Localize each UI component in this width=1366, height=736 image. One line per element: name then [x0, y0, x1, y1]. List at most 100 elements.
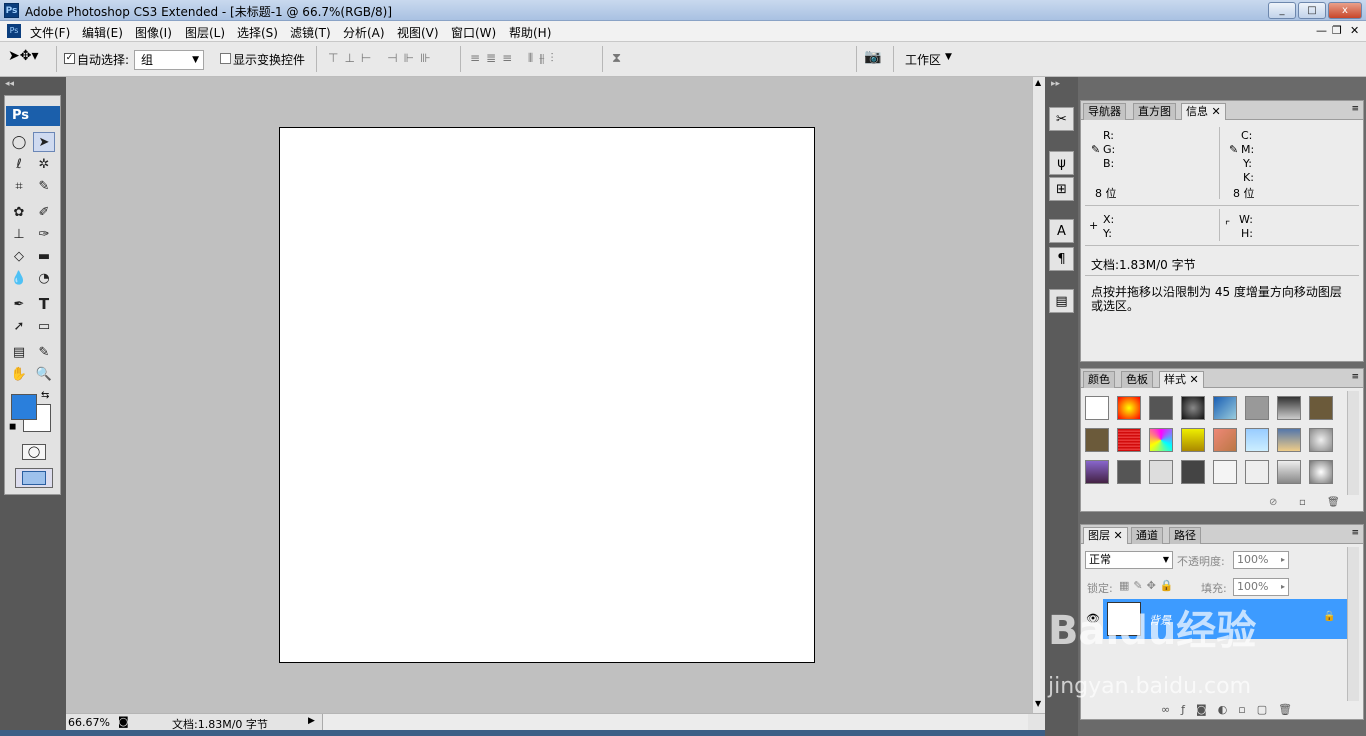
menu-filter[interactable]: 滤镜(T): [290, 24, 331, 41]
tool-presets-icon[interactable]: ✂: [1049, 107, 1074, 131]
tab-styles[interactable]: 样式 ✕: [1159, 371, 1204, 388]
menu-help[interactable]: 帮助(H): [509, 24, 551, 41]
zoom-tool-icon[interactable]: 🔍: [33, 364, 55, 384]
style-swatch[interactable]: [1149, 396, 1173, 420]
menu-window[interactable]: 窗口(W): [451, 24, 496, 41]
bridge-icon[interactable]: 📷: [864, 49, 888, 69]
notes-tool-icon[interactable]: ▤: [8, 342, 30, 362]
layers-menu-icon[interactable]: ≡: [1351, 528, 1359, 538]
tab-channels[interactable]: 通道: [1131, 527, 1163, 544]
panel-menu-icon[interactable]: ≡: [1351, 104, 1359, 114]
eyedropper-tool-icon[interactable]: ✎: [33, 342, 55, 362]
style-swatch[interactable]: [1085, 396, 1109, 420]
layers-footer-buttons[interactable]: ∞ƒ◙◐▫▢🗑: [1161, 703, 1303, 716]
tab-swatches[interactable]: 色板: [1121, 371, 1153, 388]
clear-style-icon[interactable]: ⊘: [1269, 497, 1277, 508]
lasso-tool-icon[interactable]: ℓ: [8, 154, 30, 174]
photoshop-app-icon[interactable]: Ps: [4, 3, 19, 18]
clone-stamp-tool-icon[interactable]: ⊥: [8, 224, 30, 244]
blur-tool-icon[interactable]: 💧: [8, 268, 30, 288]
style-swatch[interactable]: [1181, 396, 1205, 420]
menu-select[interactable]: 选择(S): [237, 24, 278, 41]
style-swatch[interactable]: [1309, 396, 1333, 420]
style-swatch[interactable]: [1277, 396, 1301, 420]
magic-wand-tool-icon[interactable]: ✲: [33, 154, 55, 174]
brushes-panel-icon[interactable]: ψ: [1049, 151, 1074, 175]
brush-tool-icon[interactable]: ✐: [33, 202, 55, 222]
menu-image[interactable]: 图像(I): [135, 24, 172, 41]
crop-tool-icon[interactable]: ⌗: [8, 176, 30, 196]
default-colors-icon[interactable]: ◼: [9, 422, 16, 432]
align-buttons-group[interactable]: ⊤⊥⊢ ⊣⊩⊪: [328, 51, 437, 65]
style-swatch[interactable]: [1213, 396, 1237, 420]
fill-field[interactable]: 100% ▸: [1233, 578, 1289, 596]
doc-close-icon[interactable]: ✕: [1350, 24, 1359, 37]
styles-scrollbar[interactable]: [1347, 391, 1359, 495]
clone-source-icon[interactable]: ⊞: [1049, 177, 1074, 201]
style-swatch[interactable]: [1117, 428, 1141, 452]
type-tool-icon[interactable]: T: [33, 294, 55, 314]
zoom-level[interactable]: 66.67%: [68, 716, 110, 729]
style-swatch[interactable]: [1245, 428, 1269, 452]
dodge-tool-icon[interactable]: ◔: [33, 268, 55, 288]
dock-expand-icon[interactable]: ▸▸: [1051, 79, 1060, 89]
distribute-buttons-group[interactable]: ≡≣≡ ⫴⫵⫶: [470, 51, 560, 66]
history-brush-tool-icon[interactable]: ✑: [33, 224, 55, 244]
tab-info[interactable]: 信息 ✕: [1181, 103, 1226, 120]
document-icon[interactable]: Ps: [7, 24, 21, 38]
menu-edit[interactable]: 编辑(E): [82, 24, 123, 41]
marquee-tool-icon[interactable]: ◯: [8, 132, 30, 152]
vertical-scrollbar[interactable]: ▲ ▼: [1032, 77, 1045, 713]
screen-mode-icon[interactable]: [15, 468, 53, 488]
slice-tool-icon[interactable]: ✎: [33, 176, 55, 196]
style-swatch[interactable]: [1245, 396, 1269, 420]
swap-colors-icon[interactable]: ⇆: [41, 390, 49, 401]
style-swatch[interactable]: [1117, 396, 1141, 420]
healing-brush-tool-icon[interactable]: ✿: [8, 202, 30, 222]
paragraph-panel-icon[interactable]: ¶: [1049, 247, 1074, 271]
style-swatch[interactable]: [1245, 460, 1269, 484]
auto-select-dropdown[interactable]: 组 ▼: [134, 50, 204, 70]
auto-align-icon[interactable]: ⧗: [612, 51, 621, 66]
foreground-color-swatch[interactable]: [11, 394, 37, 420]
style-swatch[interactable]: [1309, 428, 1333, 452]
doc-restore-icon[interactable]: ❐: [1332, 24, 1342, 37]
lock-icons-group[interactable]: ▦✎✥🔒: [1119, 579, 1178, 592]
delete-style-icon[interactable]: 🗑: [1327, 497, 1340, 508]
rectangle-tool-icon[interactable]: ▭: [33, 316, 55, 336]
style-swatch[interactable]: [1213, 460, 1237, 484]
style-swatch[interactable]: [1309, 460, 1333, 484]
close-button[interactable]: x: [1328, 2, 1362, 19]
workspace-button[interactable]: 工作区: [905, 51, 941, 68]
style-swatch[interactable]: [1149, 460, 1173, 484]
hand-tool-icon[interactable]: ✋: [8, 364, 30, 384]
style-swatch[interactable]: [1181, 460, 1205, 484]
scroll-down-icon[interactable]: ▼: [1035, 699, 1041, 708]
blend-mode-select[interactable]: 正常 ▼: [1085, 551, 1173, 569]
show-transform-checkbox[interactable]: [220, 53, 231, 64]
style-swatch[interactable]: [1213, 428, 1237, 452]
horizontal-scrollbar[interactable]: [322, 714, 1028, 730]
menu-file[interactable]: 文件(F): [30, 24, 70, 41]
menu-view[interactable]: 视图(V): [397, 24, 439, 41]
eraser-tool-icon[interactable]: ◇: [8, 246, 30, 266]
menu-analysis[interactable]: 分析(A): [343, 24, 385, 41]
layers-scrollbar[interactable]: [1347, 547, 1359, 701]
move-tool-preset-icon[interactable]: ➤✥▾: [8, 48, 52, 70]
maximize-button[interactable]: □: [1298, 2, 1326, 19]
tab-paths[interactable]: 路径: [1169, 527, 1201, 544]
tab-layers[interactable]: 图层 ✕: [1083, 527, 1128, 544]
style-swatch[interactable]: [1149, 428, 1173, 452]
path-selection-tool-icon[interactable]: ➚: [8, 316, 30, 336]
quick-mask-icon[interactable]: ◯: [22, 444, 46, 460]
move-tool-icon[interactable]: ➤: [33, 132, 55, 152]
style-swatch[interactable]: [1277, 428, 1301, 452]
opacity-field[interactable]: 100% ▸: [1233, 551, 1289, 569]
style-swatch[interactable]: [1085, 428, 1109, 452]
tab-histogram[interactable]: 直方图: [1133, 103, 1176, 120]
new-style-icon[interactable]: ▫: [1299, 497, 1306, 508]
character-panel-icon[interactable]: A: [1049, 219, 1074, 243]
menu-layer[interactable]: 图层(L): [185, 24, 225, 41]
document-canvas[interactable]: [279, 127, 815, 663]
tab-color[interactable]: 颜色: [1083, 371, 1115, 388]
